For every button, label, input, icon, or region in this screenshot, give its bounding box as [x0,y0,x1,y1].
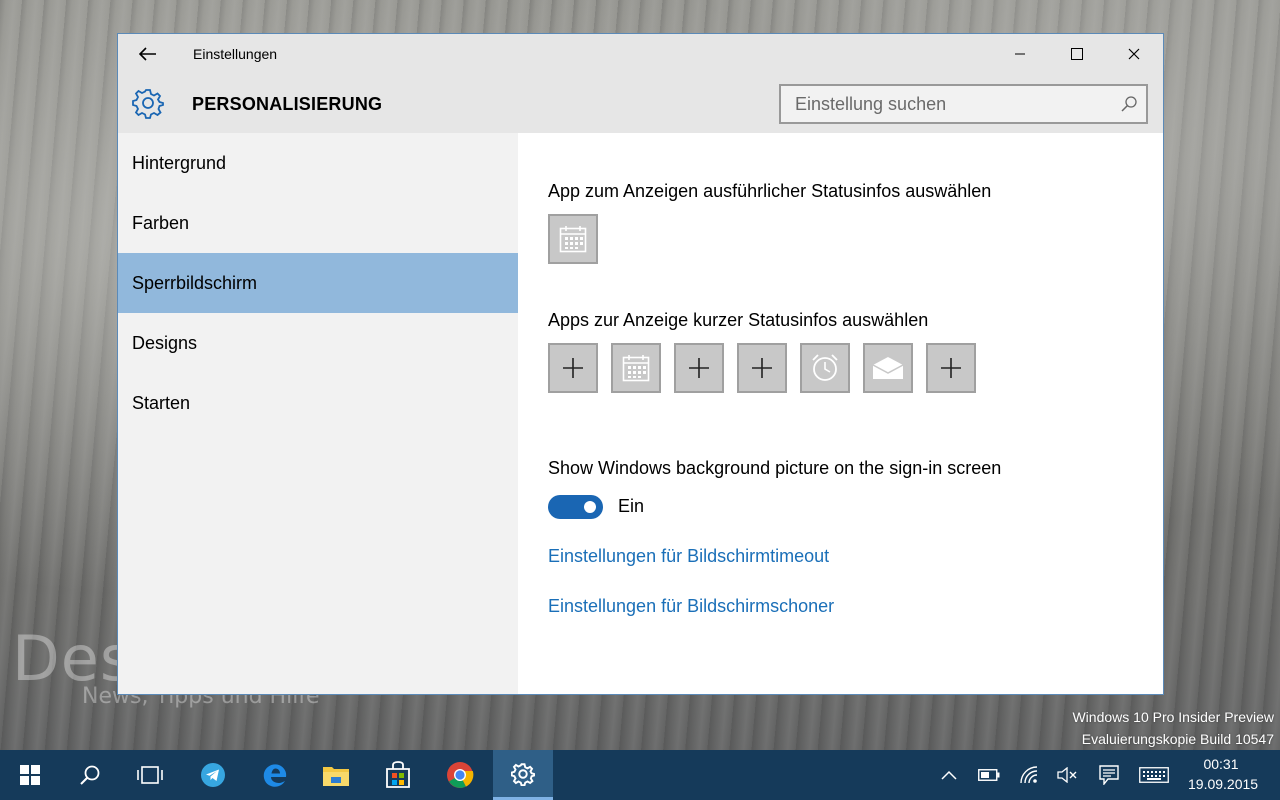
signin-background-toggle[interactable] [548,495,603,519]
edge-icon [263,764,287,787]
edge-taskbar-button[interactable] [245,750,305,800]
quick-status-label: Apps zur Anzeige kurzer Statusinfos ausw… [548,310,929,330]
back-arrow-icon [139,47,156,61]
battery-button[interactable] [978,765,1000,785]
sidebar-item-sperrbildschirm[interactable]: Sperrbildschirm [118,253,518,313]
sidebar-item-hintergrund[interactable]: Hintergrund [118,133,518,193]
calendar-icon [622,355,650,382]
settings-header: PERSONALISIERUNG [118,74,1163,133]
task-view-button[interactable] [120,750,180,800]
quick-status-slot-2[interactable] [611,343,661,393]
settings-icon [511,762,535,786]
quick-status-slot-3[interactable] [674,343,724,393]
plus-icon [563,358,583,378]
show-hidden-icons-button[interactable] [938,765,960,785]
clock-time: 00:31 [1203,756,1239,772]
mail-icon [872,357,904,379]
clock-date: 19.09.2015 [1188,776,1259,792]
page-title: PERSONALISIERUNG [192,94,383,114]
taskbar-clock[interactable]: 00:31 19.09.2015 [1188,754,1259,794]
quick-status-slot-1[interactable] [548,343,598,393]
quick-status-slot-4[interactable] [737,343,787,393]
keyboard-icon [1139,767,1169,783]
detailed-status-label: App zum Anzeigen ausführlicher Statusinf… [548,181,992,201]
chrome-icon [447,762,474,788]
quick-status-slot-7[interactable] [926,343,976,393]
search-icon [80,765,100,785]
file-explorer-taskbar-button[interactable] [306,750,366,800]
back-button[interactable] [132,42,164,66]
sidebar-nav: Hintergrund Farben Sperrbildschirm Desig… [118,133,518,694]
action-center-button[interactable] [1098,765,1120,785]
toggle-knob [584,501,596,513]
detailed-status-app-button[interactable] [548,214,598,264]
settings-taskbar-button[interactable] [493,750,553,800]
plus-icon [752,358,772,378]
telegram-icon [201,763,225,787]
store-icon [386,761,410,788]
network-button[interactable] [1018,765,1040,785]
touch-keyboard-button[interactable] [1138,765,1170,785]
maximize-icon [1070,48,1083,60]
alarm-icon [812,354,838,381]
taskbar: 00:31 19.09.2015 [0,750,1280,800]
start-icon [20,765,40,785]
plus-icon [941,358,961,378]
lock-screen-settings: App zum Anzeigen ausführlicher Statusinf… [518,133,1163,694]
close-button[interactable] [1105,34,1162,74]
battery-icon [978,769,1000,781]
toggle-state-label: Ein [618,496,645,516]
plus-icon [689,358,709,378]
search-taskbar-button[interactable] [60,750,120,800]
calendar-icon [559,226,587,253]
volume-button[interactable] [1057,765,1079,785]
wifi-icon [1020,766,1038,784]
telegram-taskbar-button[interactable] [183,750,243,800]
store-taskbar-button[interactable] [368,750,428,800]
minimize-icon [1014,53,1025,55]
file-explorer-icon [323,767,349,786]
sidebar-item-starten[interactable]: Starten [118,373,518,433]
build-line-1: Windows 10 Pro Insider Preview [1072,709,1274,725]
title-bar: Einstellungen [118,34,1163,74]
sidebar-item-farben[interactable]: Farben [118,193,518,253]
signin-background-label: Show Windows background picture on the s… [548,458,1002,478]
quick-status-slot-6[interactable] [863,343,913,393]
screensaver-settings-link[interactable]: Einstellungen für Bildschirmschoner [548,596,834,617]
search-box[interactable] [779,84,1148,124]
chevron-up-icon [941,770,957,780]
screen-timeout-settings-link[interactable]: Einstellungen für Bildschirmtimeout [548,546,829,567]
notification-icon [1099,765,1119,785]
search-icon[interactable] [1120,95,1138,113]
settings-window: Einstellungen PERSONALISIERUNG Hinte [117,33,1164,695]
build-line-2: Evaluierungskopie Build 10547 [1081,731,1274,747]
volume-muted-icon [1057,767,1077,783]
task-view-icon [137,766,163,784]
search-input[interactable] [781,86,1146,122]
maximize-button[interactable] [1048,34,1105,74]
gear-icon [132,89,164,119]
window-title: Einstellungen [193,46,278,62]
sidebar-item-designs[interactable]: Designs [118,313,518,373]
start-button[interactable] [0,750,60,800]
close-icon [1128,48,1139,60]
quick-status-slot-5[interactable] [800,343,850,393]
chrome-taskbar-button[interactable] [430,750,490,800]
minimize-button[interactable] [991,34,1048,74]
build-watermark: Windows 10 Pro Insider Preview Evaluieru… [1072,706,1274,750]
